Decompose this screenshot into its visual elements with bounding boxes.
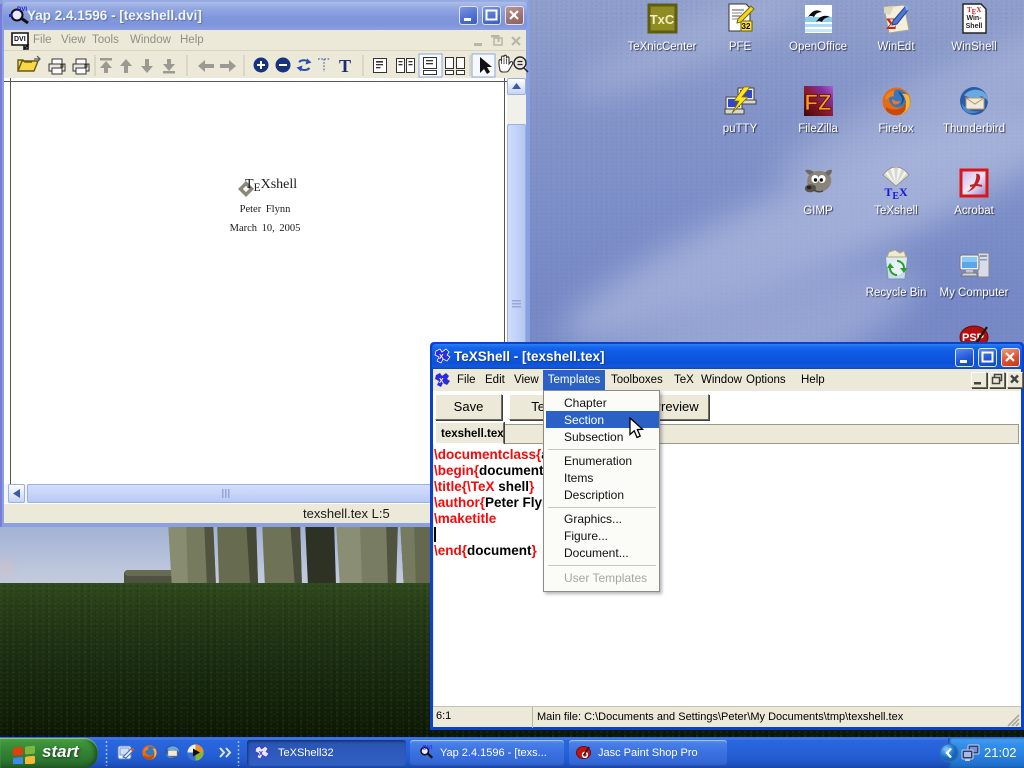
svg-text:DVI: DVI [17,7,27,13]
svg-text:TxC: TxC [649,12,674,27]
svg-text:DVI: DVI [423,746,433,752]
svg-text:Win-: Win- [966,15,982,22]
svg-text:X: X [259,750,264,757]
svg-text:X: X [439,354,444,361]
svg-text:32: 32 [741,22,750,31]
svg-text:FZ: FZ [804,90,831,115]
svg-text:TEX: TEX [884,185,908,200]
svg-text:DVI: DVI [14,36,26,43]
svg-text:X: X [439,378,444,385]
svg-text:Shell: Shell [965,23,982,30]
svg-text:T: T [339,56,351,76]
